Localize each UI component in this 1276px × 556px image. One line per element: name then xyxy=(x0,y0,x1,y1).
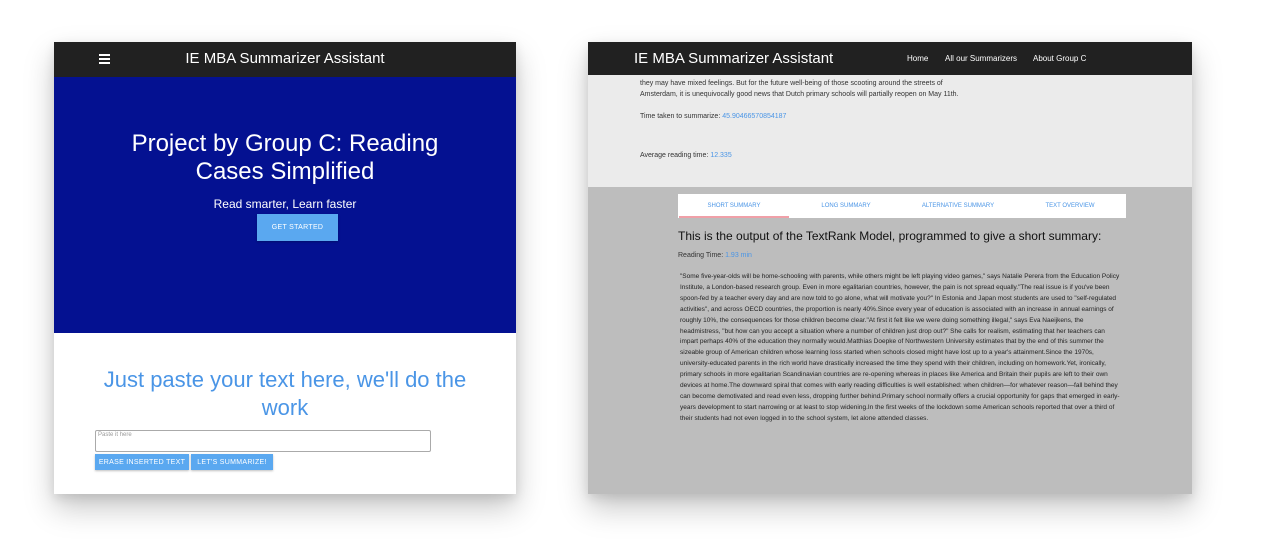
hero-section: Project by Group C: Reading Cases Simpli… xyxy=(54,77,516,333)
paste-text-input[interactable]: Paste it here xyxy=(95,430,431,452)
erase-text-button[interactable]: ERASE INSERTED TEXT xyxy=(95,454,189,470)
summary-tabs: SHORT SUMMARY LONG SUMMARY ALTERNATIVE S… xyxy=(678,194,1126,218)
time-taken-row: Time taken to summarize: 45.904665708541… xyxy=(640,113,786,120)
reading-time-label: Reading Time: xyxy=(678,252,724,259)
get-started-button[interactable]: GET STARTED xyxy=(257,214,338,241)
top-navbar: IE MBA Summarizer Assistant xyxy=(54,42,516,77)
tab-long-summary[interactable]: LONG SUMMARY xyxy=(790,194,902,218)
tab-short-summary[interactable]: SHORT SUMMARY xyxy=(678,194,790,218)
reading-time-value: 1.93 min xyxy=(725,252,752,259)
left-screenshot: IE MBA Summarizer Assistant Project by G… xyxy=(54,42,516,494)
avg-reading-row: Average reading time: 12.335 xyxy=(640,152,732,159)
active-tab-indicator xyxy=(679,216,789,218)
tab-text-overview[interactable]: TEXT OVERVIEW xyxy=(1014,194,1126,218)
nav-all-summarizers[interactable]: All our Summarizers xyxy=(945,54,1017,63)
hero-title: Project by Group C: Reading Cases Simpli… xyxy=(131,130,439,185)
right-screenshot: they may have mixed feelings. But for th… xyxy=(588,42,1192,494)
tab-alternative-summary[interactable]: ALTERNATIVE SUMMARY xyxy=(902,194,1014,218)
summarize-button[interactable]: LET'S SUMMARIZE! xyxy=(191,454,273,470)
nav-home[interactable]: Home xyxy=(907,54,928,63)
nav-about-group-c[interactable]: About Group C xyxy=(1033,54,1086,63)
app-title: IE MBA Summarizer Assistant xyxy=(185,50,385,67)
time-taken-value: 45.90466570854187 xyxy=(722,113,787,120)
avg-reading-label: Average reading time: xyxy=(640,152,709,159)
reading-time-row: Reading Time: 1.93 min xyxy=(678,252,752,259)
app-title: IE MBA Summarizer Assistant xyxy=(634,50,834,67)
paste-heading: Just paste your text here, we'll do the … xyxy=(103,367,467,420)
previous-text: they may have mixed feelings. But for th… xyxy=(640,80,959,98)
avg-reading-value: 12.335 xyxy=(710,152,732,159)
top-navbar: IE MBA Summarizer Assistant Home All our… xyxy=(588,42,1192,75)
output-title: This is the output of the TextRank Model… xyxy=(678,229,1102,243)
time-taken-label: Time taken to summarize: xyxy=(640,113,721,120)
paste-placeholder: Paste it here xyxy=(98,432,132,438)
summary-text: "Some five-year-olds will be home-school… xyxy=(680,273,1120,422)
hero-subtitle: Read smarter, Learn faster xyxy=(213,197,357,211)
